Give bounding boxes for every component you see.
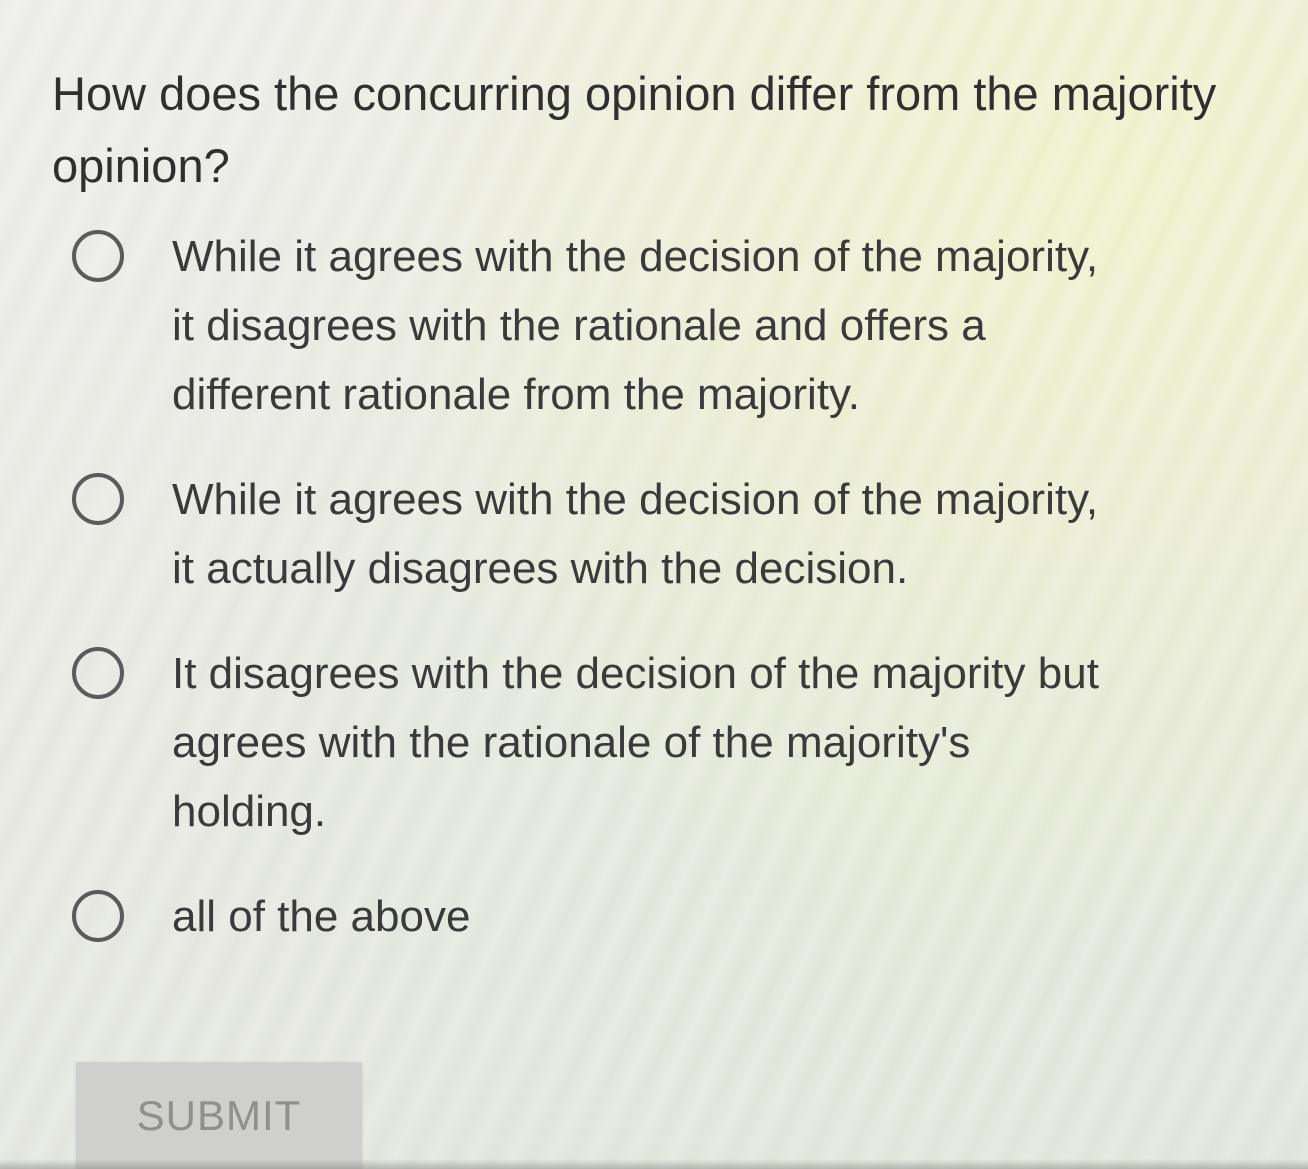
radio-button-icon[interactable] [72, 230, 124, 282]
option-1[interactable]: While it agrees with the decision of the… [72, 222, 1192, 429]
answer-options: While it agrees with the decision of the… [72, 222, 1192, 951]
option-4[interactable]: all of the above [72, 882, 1192, 951]
option-2[interactable]: While it agrees with the decision of the… [72, 465, 1192, 603]
option-3[interactable]: It disagrees with the decision of the ma… [72, 639, 1192, 846]
question-text: How does the concurring opinion differ f… [52, 67, 1217, 192]
option-label: all of the above [172, 892, 471, 941]
option-label: While it agrees with the decision of the… [172, 232, 1099, 419]
radio-button-icon[interactable] [72, 890, 124, 942]
bottom-edge-shadow [0, 1159, 1308, 1169]
option-label: While it agrees with the decision of the… [172, 475, 1099, 593]
option-label: It disagrees with the decision of the ma… [172, 649, 1099, 836]
radio-button-icon[interactable] [72, 473, 124, 525]
submit-button[interactable]: SUBMIT [76, 1062, 362, 1169]
radio-button-icon[interactable] [72, 647, 124, 699]
